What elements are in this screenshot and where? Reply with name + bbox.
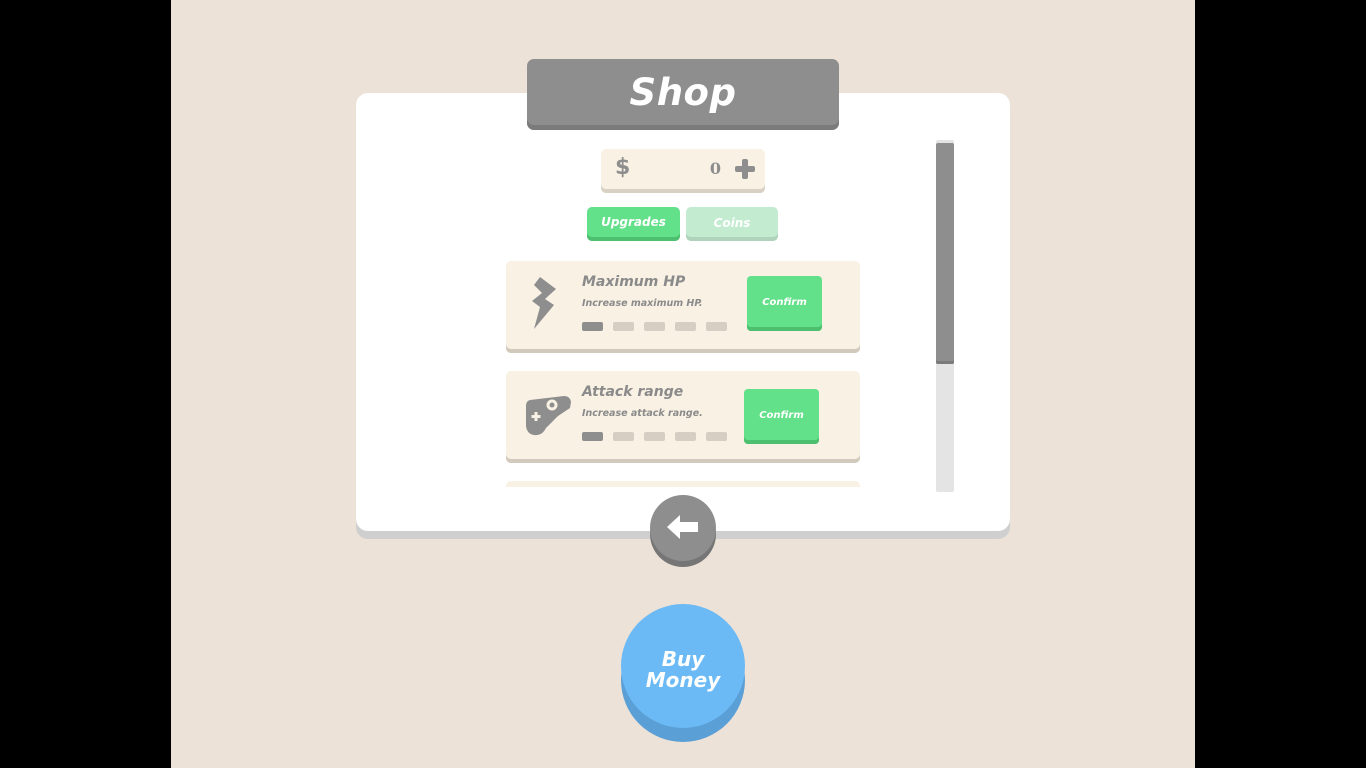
add-money-icon[interactable] — [735, 159, 755, 179]
lightning-icon — [532, 277, 556, 329]
level-pip — [613, 322, 634, 331]
level-pip — [675, 432, 696, 441]
level-pip — [706, 322, 727, 331]
upgrade-name: Attack range — [582, 384, 684, 400]
back-button[interactable] — [650, 495, 716, 568]
level-pip — [582, 322, 603, 331]
upgrade-card-maximum-hp: Maximum HP Increase maximum HP. Confirm — [506, 261, 860, 353]
upgrade-card-attack-range: Attack range Increase attack range. Conf… — [506, 371, 860, 463]
scrollbar-thumb[interactable] — [936, 143, 954, 364]
buy-money-button-face: Buy Money — [621, 604, 745, 728]
level-pip — [675, 322, 696, 331]
gamepad-icon — [526, 396, 571, 436]
confirm-button[interactable]: Confirm — [744, 389, 819, 444]
arrow-left-icon — [667, 515, 698, 539]
level-pip — [706, 432, 727, 441]
level-pip — [582, 432, 603, 441]
shop-title: Shop — [629, 71, 737, 114]
level-pip — [644, 432, 665, 441]
level-pip — [644, 322, 665, 331]
currency-symbol: $ — [615, 155, 631, 180]
balance-value: 0 — [709, 159, 721, 178]
tab-coins[interactable]: Coins — [686, 207, 778, 241]
upgrade-card-partial — [506, 481, 860, 487]
upgrade-name: Maximum HP — [582, 274, 686, 290]
upgrade-level-pips — [582, 432, 727, 441]
buy-money-label-line1: Buy — [661, 647, 705, 671]
money-display: $ 0 — [601, 149, 765, 193]
level-pip — [613, 432, 634, 441]
confirm-button[interactable]: Confirm — [747, 276, 822, 331]
upgrade-level-pips — [582, 322, 727, 331]
upgrade-list[interactable]: Maximum HP Increase maximum HP. Confirm … — [500, 255, 870, 487]
buy-money-label-line2: Money — [645, 668, 721, 692]
buy-money-button[interactable]: Buy Money — [621, 604, 745, 743]
shop-title-banner: Shop — [527, 59, 839, 130]
upgrade-description: Increase attack range. — [582, 408, 703, 419]
upgrade-description: Increase maximum HP. — [582, 298, 703, 309]
tab-upgrades[interactable]: Upgrades — [587, 207, 680, 241]
